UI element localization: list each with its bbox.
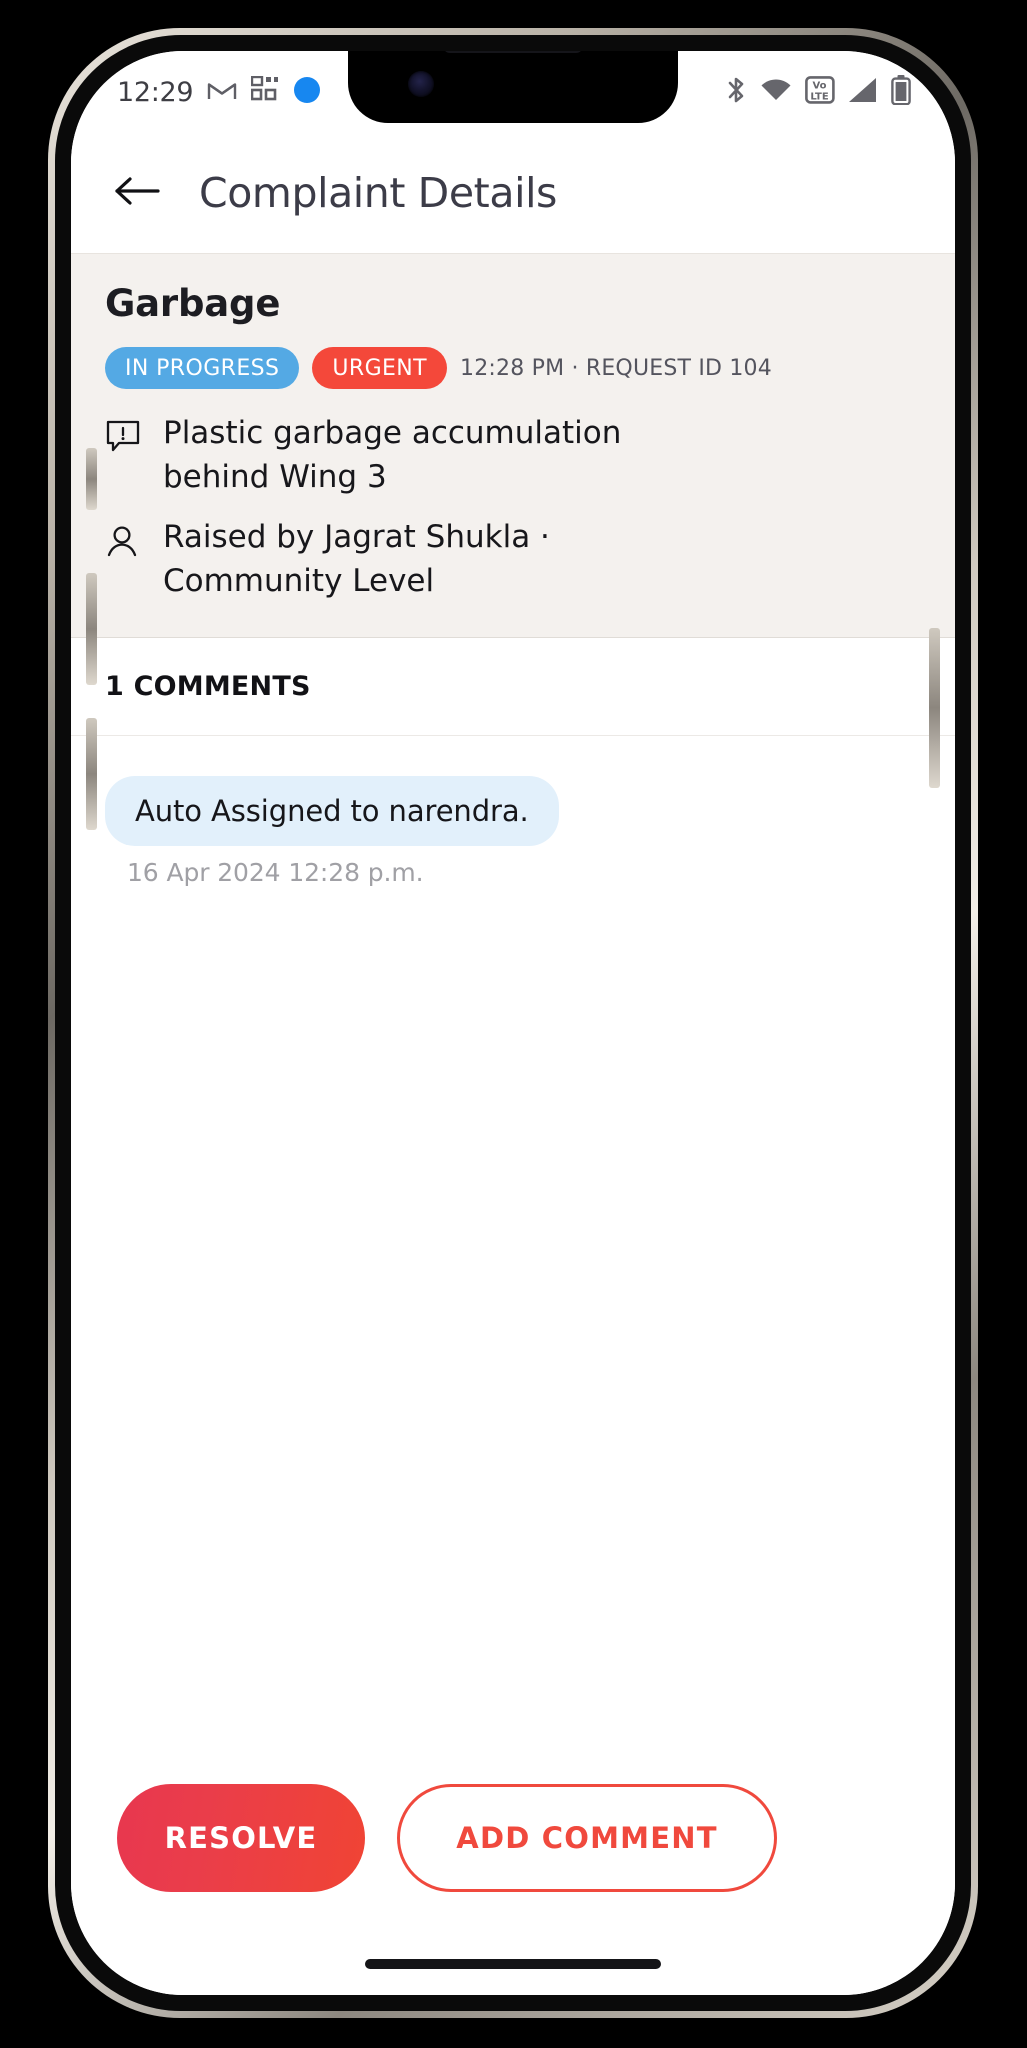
add-comment-button[interactable]: ADD COMMENT [397,1784,777,1892]
comments-list: Auto Assigned to narendra. 16 Apr 2024 1… [71,736,955,1316]
home-indicator[interactable] [365,1959,661,1969]
volume-up-button[interactable] [86,573,97,685]
page-title: Complaint Details [199,169,558,217]
earpiece-speaker [443,51,583,53]
action-bar: RESOLVE ADD COMMENT [71,1743,955,1933]
comment-timestamp: 16 Apr 2024 12:28 p.m. [127,858,424,888]
battery-icon [891,75,911,109]
complaint-category-title: Garbage [105,282,281,325]
person-icon [105,515,141,563]
complaint-description: Plastic garbage accumulation behind Wing… [163,415,622,496]
volume-down-button[interactable] [86,718,97,830]
svg-text:Vo: Vo [812,81,826,92]
comments-section-header: 1 COMMENTS [71,638,955,737]
gmail-icon [207,78,237,106]
blue-app-icon [293,76,321,108]
content-spacer [71,1315,955,1743]
phone-frame: 12:29 Vo LTE Complaint Details Garbage I… [48,28,978,2018]
resolve-button[interactable]: RESOLVE [117,1784,365,1892]
arrow-left-icon [113,174,161,212]
app-bar: Complaint Details [71,133,955,253]
priority-badge: URGENT [312,347,448,389]
svg-text:LTE: LTE [810,91,829,102]
status-bar-right: Vo LTE [725,75,911,109]
complaint-raised-by: Raised by Jagrat Shukla · Community Leve… [163,519,550,600]
display-notch [348,51,678,123]
complaint-time-and-id: 12:28 PM · REQUEST ID 104 [460,355,772,381]
power-button[interactable] [929,628,940,788]
status-bar-left: 12:29 [117,75,321,108]
comment-alert-icon [105,411,141,459]
bluetooth-icon [725,75,747,109]
front-camera [408,71,434,97]
back-button[interactable] [109,165,165,221]
cellular-signal-icon [848,77,878,107]
qr-scanner-icon [251,75,279,108]
volte-icon: Vo LTE [805,76,835,108]
phone-screen: 12:29 Vo LTE Complaint Details Garbage I… [71,51,955,1995]
complaint-summary-card: Garbage IN PROGRESS URGENT 12:28 PM · RE… [71,253,955,639]
screenshot-stage: 12:29 Vo LTE Complaint Details Garbage I… [0,0,1027,2048]
wifi-icon [760,77,792,107]
comment-bubble: Auto Assigned to narendra. [105,776,559,847]
status-bar: 12:29 Vo LTE [71,51,955,133]
comment-item: Auto Assigned to narendra. 16 Apr 2024 1… [105,776,955,887]
home-indicator-area [71,1933,955,1995]
phone-bezel: 12:29 Vo LTE Complaint Details Garbage I… [55,35,971,2011]
status-badge: IN PROGRESS [105,347,300,389]
comments-count-label: 1 COMMENTS [105,671,311,703]
complaint-raised-by-row: Raised by Jagrat Shukla · Community Leve… [105,515,921,603]
mute-switch-button[interactable] [86,448,97,510]
status-bar-clock: 12:29 [117,76,194,108]
complaint-description-row: Plastic garbage accumulation behind Wing… [105,411,921,499]
complaint-meta-row: IN PROGRESS URGENT 12:28 PM · REQUEST ID… [105,347,921,389]
